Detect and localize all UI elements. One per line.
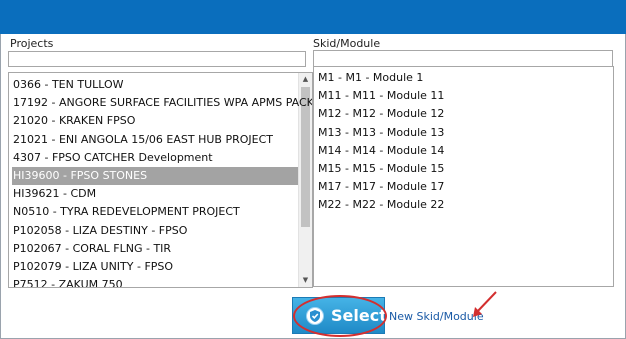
list-item[interactable]: M17 - M17 - Module 17 — [317, 178, 610, 196]
projects-filter-input[interactable] — [8, 51, 306, 67]
list-item[interactable]: P102079 - LIZA UNITY - FPSO — [12, 258, 298, 276]
list-item[interactable]: HI39621 - CDM — [12, 185, 298, 203]
list-item[interactable]: M12 - M12 - Module 12 — [317, 105, 610, 123]
list-item[interactable]: 0366 - TEN TULLOW — [12, 76, 298, 94]
list-item[interactable]: M22 - M22 - Module 22 — [317, 196, 610, 214]
list-item[interactable]: 21020 - KRAKEN FPSO — [12, 112, 298, 130]
list-item[interactable]: M11 - M11 - Module 11 — [317, 87, 610, 105]
projects-listbox[interactable]: ▲ ▼ 0366 - TEN TULLOW 17192 - ANGORE SURF… — [8, 72, 313, 288]
title-bar — [0, 0, 626, 34]
list-item[interactable]: HI39600 - FPSO STONES — [12, 167, 298, 185]
projects-label: Projects — [10, 37, 54, 50]
list-item[interactable]: 4307 - FPSO CATCHER Development — [12, 149, 298, 167]
skid-module-listbox[interactable]: M1 - M1 - Module 1 M11 - M11 - Module 11 M… — [313, 66, 614, 287]
list-item[interactable]: P102058 - LIZA DESTINY - FPSO — [12, 222, 298, 240]
scroll-up-arrow-icon[interactable]: ▲ — [299, 73, 312, 86]
list-item[interactable]: M13 - M13 - Module 13 — [317, 124, 610, 142]
list-item[interactable]: N0510 - TYRA REDEVELOPMENT PROJECT — [12, 203, 298, 221]
skid-module-label: Skid/Module — [313, 37, 381, 50]
list-item[interactable]: P7512 - ZAKUM 750 — [12, 276, 298, 287]
scroll-down-arrow-icon[interactable]: ▼ — [299, 274, 312, 287]
list-item[interactable]: P102067 - CORAL FLNG - TIR — [12, 240, 298, 258]
annotation-circle — [293, 295, 387, 337]
list-item[interactable]: M1 - M1 - Module 1 — [317, 69, 610, 87]
list-item[interactable]: M15 - M15 - Module 15 — [317, 160, 610, 178]
list-item[interactable]: 21021 - ENI ANGOLA 15/06 EAST HUB PROJEC… — [12, 131, 298, 149]
skid-module-filter-input[interactable] — [313, 50, 613, 67]
list-item[interactable]: 17192 - ANGORE SURFACE FACILITIES WPA AP… — [12, 94, 312, 112]
list-item[interactable]: M14 - M14 - Module 14 — [317, 142, 610, 160]
annotation-arrow-icon — [473, 291, 497, 317]
